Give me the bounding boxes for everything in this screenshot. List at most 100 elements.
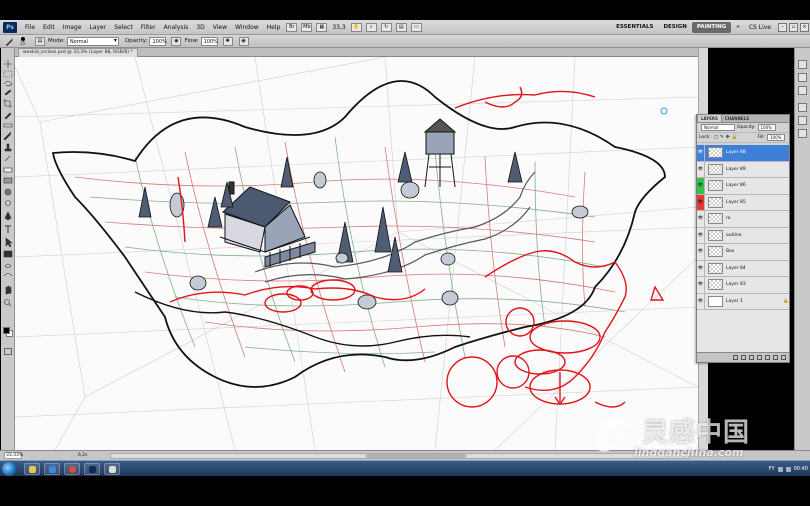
layer-row[interactable]: 👁 Layer 85 [697,194,789,211]
new-layer-icon[interactable] [773,355,778,360]
language-indicator[interactable]: FY [769,466,775,472]
brush-tool-preset-icon[interactable] [4,37,14,46]
airbrush-icon[interactable]: ✺ [222,36,233,46]
layer-style-icon[interactable] [741,355,746,360]
foreground-color-swatch[interactable] [3,327,10,334]
brush-size-picker[interactable]: 15 [18,36,28,46]
document-tab-bar: wexkid_inclass.psd @ 33,3% (Layer 88, RG… [15,48,698,57]
pressure-opacity-icon[interactable]: ◉ [171,36,182,46]
layer-name: ro [726,216,731,222]
taskbar-explorer-icon[interactable] [24,463,40,475]
document-tab[interactable]: wexkid_inclass.psd @ 33,3% (Layer 88, RG… [18,48,138,57]
layer-row[interactable]: 👁 ro [697,211,789,228]
visibility-eye-icon[interactable]: 👁 [697,260,705,276]
layer-row[interactable]: 👁 Layer 84 [697,260,789,277]
taskbar-window-icon[interactable] [104,463,120,475]
actions-panel-icon[interactable] [798,73,807,82]
quick-select-tool-icon [4,89,12,96]
workspace-more-icon[interactable]: » [731,22,745,33]
hand-tool-icon[interactable]: ✋ [350,22,362,32]
layer-row[interactable]: 👁 outline [697,227,789,244]
flow-label: Flow: [184,38,199,44]
menu-view[interactable]: View [209,20,231,35]
blend-mode-dropdown[interactable]: Normal [701,124,735,131]
menu-window[interactable]: Window [231,20,263,35]
adjustment-layer-icon[interactable] [757,355,762,360]
status-doc-info[interactable]: 6,2s [78,453,88,458]
visibility-eye-icon[interactable]: 👁 [697,161,705,177]
arrange-documents-icon[interactable]: ▤ [395,22,407,32]
menu-3d[interactable]: 3D [192,20,208,35]
add-mask-icon[interactable] [749,355,754,360]
menu-help[interactable]: Help [263,20,285,35]
layer-row[interactable]: 👁 Layer 89 [697,161,789,178]
delete-layer-icon[interactable] [781,355,786,360]
minimize-icon[interactable]: – [778,22,787,32]
bridge-icon[interactable]: Br [286,22,298,32]
marquee-tool-icon [3,70,13,78]
close-icon[interactable]: × [800,22,809,32]
menu-analysis[interactable]: Analysis [160,20,193,35]
workspace-essentials[interactable]: ESSENTIALS [611,22,658,33]
quick-mask-icon[interactable] [4,348,12,355]
brush-presets-panel-icon[interactable] [798,103,807,112]
layer-row[interactable]: 👁 Layer 86 [697,178,789,195]
canvas[interactable] [15,57,698,450]
pressure-size-icon[interactable]: ◉ [238,36,249,46]
clock[interactable]: 00:40 [794,466,808,472]
tab-channels[interactable]: CHANNELS [722,115,752,122]
view-extras-icon[interactable]: ▦ [316,22,328,32]
taskbar-chrome-icon[interactable] [64,463,80,475]
menu-image[interactable]: Image [59,20,86,35]
tray-network-icon[interactable] [777,466,783,472]
fill-field[interactable]: 100% [767,134,785,141]
screen-mode-icon[interactable]: ▭ [410,22,422,32]
menu-layer[interactable]: Layer [85,20,110,35]
flow-field[interactable]: 100% [200,36,218,46]
brush-panel-icon[interactable]: ▤ [35,36,45,46]
start-button-icon[interactable] [2,462,16,476]
workspace-painting[interactable]: PAINTING [691,21,732,33]
visibility-eye-icon[interactable]: 👁 [697,178,705,194]
visibility-eye-icon[interactable]: 👁 [697,277,705,293]
tray-volume-icon[interactable] [785,466,791,472]
swatches-panel-icon[interactable] [798,86,807,95]
tab-layers[interactable]: LAYERS [697,114,722,122]
horizontal-scrollbar-thumb[interactable] [366,454,466,458]
layer-row[interactable]: 👁 Layer 88 [697,145,789,162]
menu-edit[interactable]: Edit [39,20,59,35]
visibility-eye-icon[interactable]: 👁 [697,211,705,227]
layer-row[interactable]: 👁 Box [697,244,789,261]
history-panel-icon[interactable] [798,60,807,69]
mode-dropdown[interactable]: Normal [66,36,119,46]
new-group-icon[interactable] [765,355,770,360]
taskbar-photoshop-icon[interactable] [84,463,100,475]
rotate-view-icon[interactable]: ↻ [380,22,392,32]
taskbar-app-icon[interactable] [44,463,60,475]
visibility-eye-icon[interactable]: 👁 [697,293,705,309]
visibility-eye-icon[interactable]: 👁 [697,194,705,210]
visibility-eye-icon[interactable]: 👁 [697,145,705,161]
cs-live-button[interactable]: CS Live [749,24,771,31]
menu-file[interactable]: File [21,20,39,35]
menu-filter[interactable]: Filter [137,20,160,35]
zoom-tool-icon[interactable]: ⌕ [365,22,377,32]
sketch-artwork [15,57,698,450]
layer-opacity-field[interactable]: 100% [757,124,776,131]
lock-icons[interactable]: ▢✎✥🔒 [714,135,739,140]
layer-row[interactable]: 👁 Layer 1 🔒 [697,293,789,310]
link-layers-icon[interactable] [733,355,738,360]
mini-bridge-icon[interactable]: Mb [301,22,313,32]
visibility-eye-icon[interactable]: 👁 [697,227,705,243]
opacity-field[interactable]: 100% [149,36,167,46]
clone-source-panel-icon[interactable] [798,116,807,125]
layer-row[interactable]: 👁 Layer 83 [697,277,789,294]
menu-select[interactable]: Select [110,20,137,35]
restore-icon[interactable]: ▫ [789,22,798,32]
workspace-design[interactable]: DESIGN [658,22,691,33]
zoom-level[interactable]: 33,3 [332,24,345,31]
tool-presets-panel-icon[interactable] [798,129,807,138]
horizontal-scrollbar[interactable] [110,453,690,459]
status-zoom-field[interactable]: 33,33% [4,452,23,459]
visibility-eye-icon[interactable]: 👁 [697,244,705,260]
